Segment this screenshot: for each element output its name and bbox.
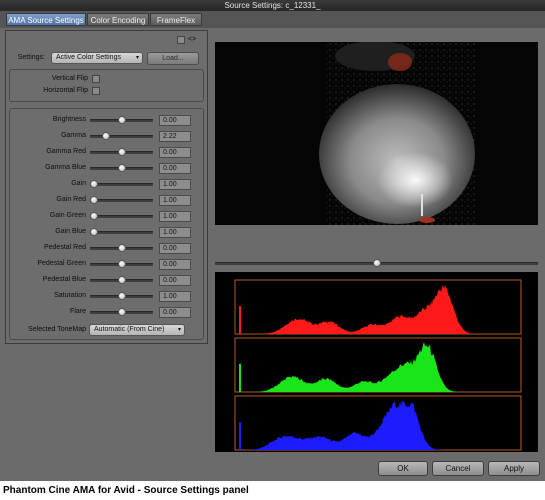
- pedestal-blue-label: Pedestal Blue: [42, 276, 86, 283]
- gain-green-slider-knob[interactable]: [90, 212, 98, 220]
- saturation-value-field[interactable]: 1.00: [159, 291, 191, 302]
- tab-ama-source-settings[interactable]: AMA Source Settings: [6, 13, 86, 26]
- red-channel-curve: [235, 284, 521, 334]
- blue-channel-spike: [239, 422, 241, 450]
- caption: Phantom Cine AMA for Avid - Source Setti…: [0, 481, 545, 500]
- tab-frameflex[interactable]: FrameFlex: [150, 13, 202, 26]
- horizontal-flip-label: Horizontal Flip: [43, 87, 88, 94]
- pedestal-green-value-field[interactable]: 0.00: [159, 259, 191, 270]
- tonemap-dropdown[interactable]: Automatic (From Cine) ▾: [89, 324, 185, 336]
- settings-label: Settings:: [17, 54, 45, 61]
- gamma-value-field[interactable]: 2.22: [159, 131, 191, 142]
- gamma-label: Gamma: [61, 132, 86, 139]
- settings-dropdown[interactable]: Active Color Settings ▾: [51, 52, 143, 64]
- gain-red-value-field[interactable]: 1.00: [159, 195, 191, 206]
- gamma-red-value-field[interactable]: 0.00: [159, 147, 191, 158]
- pedestal-green-label: Pedestal Green: [37, 260, 86, 267]
- gain-red-slider-track[interactable]: [90, 199, 153, 202]
- gamma-slider-track[interactable]: [90, 135, 153, 138]
- flare-slider-knob[interactable]: [117, 308, 126, 316]
- red-channel-spike: [239, 306, 241, 334]
- ok-button[interactable]: OK: [378, 461, 428, 476]
- gain-green-slider-track[interactable]: [90, 215, 153, 218]
- flip-group: Vertical Flip Horizontal Flip: [9, 69, 204, 102]
- tonemap-dropdown-value: Automatic (From Cine): [94, 326, 165, 333]
- pedestal-red-value-field[interactable]: 0.00: [159, 243, 191, 254]
- flare-label: Flare: [70, 308, 86, 315]
- gain-blue-slider-knob[interactable]: [90, 228, 98, 236]
- green-channel-histogram: [234, 337, 522, 393]
- brightness-value-field[interactable]: 0.00: [159, 115, 191, 126]
- saturation-slider-knob[interactable]: [117, 292, 126, 300]
- gamma-blue-label: Gamma Blue: [45, 164, 86, 171]
- load-button[interactable]: Load...: [147, 52, 199, 65]
- gain-blue-label: Gain Blue: [55, 228, 86, 235]
- saturation-label: Saturation: [54, 292, 86, 299]
- green-channel-spike: [239, 364, 241, 392]
- gain-blue-value-field[interactable]: 1.00: [159, 227, 191, 238]
- tab-color-encoding[interactable]: Color Encoding: [87, 13, 149, 26]
- pedestal-red-slider-knob[interactable]: [117, 244, 126, 252]
- gain-slider-knob[interactable]: [90, 180, 98, 188]
- gain-red-slider-knob[interactable]: [90, 196, 98, 204]
- blue-channel-histogram: [234, 395, 522, 451]
- gain-green-value-field[interactable]: 1.00: [159, 211, 191, 222]
- link-icon: <>: [188, 36, 197, 43]
- pedestal-green-slider-knob[interactable]: [117, 260, 126, 268]
- frame-scrubber-knob[interactable]: [372, 259, 381, 267]
- histogram-panel: [215, 272, 538, 452]
- pedestal-blue-value-field[interactable]: 0.00: [159, 275, 191, 286]
- dialog-button-bar: OK Cancel Apply: [0, 455, 545, 481]
- green-channel-curve: [235, 341, 521, 392]
- gain-slider-track[interactable]: [90, 183, 153, 186]
- flare-value-field[interactable]: 0.00: [159, 307, 191, 318]
- red-channel-histogram: [234, 279, 522, 335]
- pedestal-blue-slider-knob[interactable]: [117, 276, 126, 284]
- settings-dropdown-value: Active Color Settings: [56, 54, 121, 61]
- gain-green-label: Gain Green: [49, 212, 86, 219]
- gain-red-label: Gain Red: [56, 196, 86, 203]
- tonemap-label: Selected ToneMap: [28, 326, 86, 333]
- chevron-down-icon: ▾: [135, 55, 139, 61]
- gain-label: Gain: [71, 180, 86, 187]
- brightness-label: Brightness: [52, 116, 86, 123]
- horizontal-flip-checkbox[interactable]: [92, 87, 100, 95]
- gamma-red-label: Gamma Red: [46, 148, 86, 155]
- tab-bar: AMA Source Settings Color Encoding Frame…: [0, 11, 545, 28]
- settings-panel: <> Settings: Active Color Settings ▾ Loa…: [5, 30, 208, 344]
- source-settings-window: Source Settings: c_12331_ AMA Source Set…: [0, 0, 545, 481]
- preview-image: [215, 42, 538, 225]
- blue-channel-curve: [235, 399, 521, 450]
- link-checkbox[interactable]: [177, 36, 185, 44]
- adjustments-group: Brightness 0.00 Gamma 2.22 Gamma Red 0.00 Gamm…: [9, 108, 204, 340]
- vertical-flip-checkbox[interactable]: [92, 75, 100, 83]
- vertical-flip-label: Vertical Flip: [51, 75, 88, 82]
- gamma-blue-value-field[interactable]: 0.00: [159, 163, 191, 174]
- chevron-down-icon: ▾: [177, 327, 181, 333]
- cancel-button[interactable]: Cancel: [432, 461, 484, 476]
- gamma-slider-knob[interactable]: [102, 132, 111, 140]
- pedestal-red-label: Pedestal Red: [43, 244, 86, 251]
- gamma-red-slider-knob[interactable]: [117, 148, 126, 156]
- gain-value-field[interactable]: 1.00: [159, 179, 191, 190]
- rgb-histogram: [234, 279, 522, 451]
- apply-button[interactable]: Apply: [488, 461, 540, 476]
- brightness-slider-knob[interactable]: [117, 116, 126, 124]
- gamma-blue-slider-knob[interactable]: [117, 164, 126, 172]
- gain-blue-slider-track[interactable]: [90, 231, 153, 234]
- window-title: Source Settings: c_12331_: [0, 0, 545, 11]
- video-preview: [215, 42, 538, 225]
